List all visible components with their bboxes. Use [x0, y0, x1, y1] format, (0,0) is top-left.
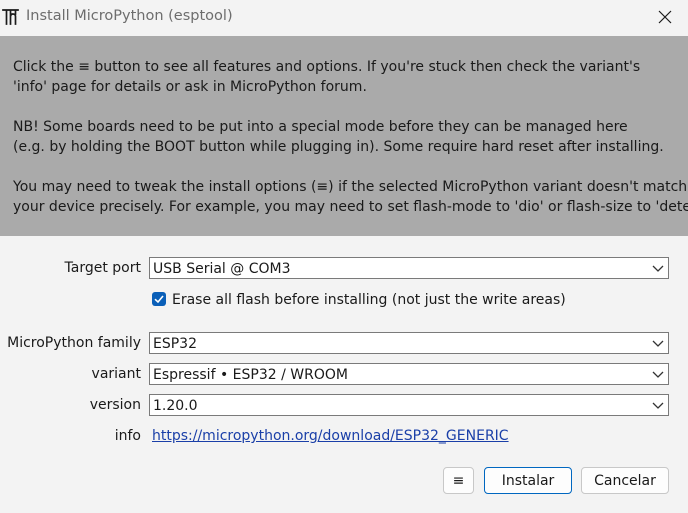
variant-select[interactable]: Espressif • ESP32 / WROOM	[149, 363, 669, 385]
thonny-app-icon	[2, 9, 19, 25]
chevron-down-icon	[652, 371, 664, 378]
info-panel: Click the ≡ button to see all features a…	[0, 36, 688, 236]
erase-flash-label[interactable]: Erase all flash before installing (not j…	[172, 290, 566, 310]
family-label: MicroPython family	[7, 335, 141, 351]
target-port-label: Target port	[64, 260, 141, 276]
install-button-label: Instalar	[501, 472, 555, 489]
info-text-line: Click the ≡ button to see all features a…	[13, 59, 641, 75]
erase-flash-checkbox[interactable]	[152, 292, 166, 306]
info-text-line: NB! Some boards need to be put into a sp…	[13, 119, 628, 135]
family-select[interactable]: ESP32	[149, 332, 669, 354]
menu-icon: ≡	[452, 472, 465, 489]
family-value: ESP32	[153, 336, 197, 352]
version-label: version	[89, 397, 141, 413]
version-value: 1.20.0	[153, 398, 198, 414]
target-port-select[interactable]: USB Serial @ COM3	[149, 257, 669, 279]
chevron-down-icon	[652, 402, 664, 409]
close-button[interactable]	[642, 0, 688, 34]
cancel-button-label: Cancelar	[594, 472, 656, 489]
options-menu-button[interactable]: ≡	[443, 467, 474, 494]
info-text-line: You may need to tweak the install option…	[13, 179, 688, 195]
target-port-value: USB Serial @ COM3	[153, 261, 291, 277]
title-bar: Install MicroPython (esptool)	[0, 0, 688, 35]
variant-value: Espressif • ESP32 / WROOM	[153, 367, 348, 383]
variant-label: variant	[91, 366, 141, 382]
window-title: Install MicroPython (esptool)	[26, 8, 233, 24]
info-label: info	[114, 428, 141, 444]
checkmark-icon	[154, 295, 164, 304]
chevron-down-icon	[652, 265, 664, 272]
close-icon	[658, 10, 672, 24]
install-button[interactable]: Instalar	[484, 467, 572, 494]
info-text-line: (e.g. by holding the BOOT button while p…	[13, 139, 664, 155]
info-text-line: 'info' page for details or ask in MicroP…	[13, 79, 367, 95]
info-text-line: your device precisely. For example, you …	[13, 199, 688, 215]
version-select[interactable]: 1.20.0	[149, 394, 669, 416]
cancel-button[interactable]: Cancelar	[581, 467, 669, 494]
chevron-down-icon	[652, 340, 664, 347]
variant-info-link[interactable]: https://micropython.org/download/ESP32_G…	[152, 426, 509, 446]
